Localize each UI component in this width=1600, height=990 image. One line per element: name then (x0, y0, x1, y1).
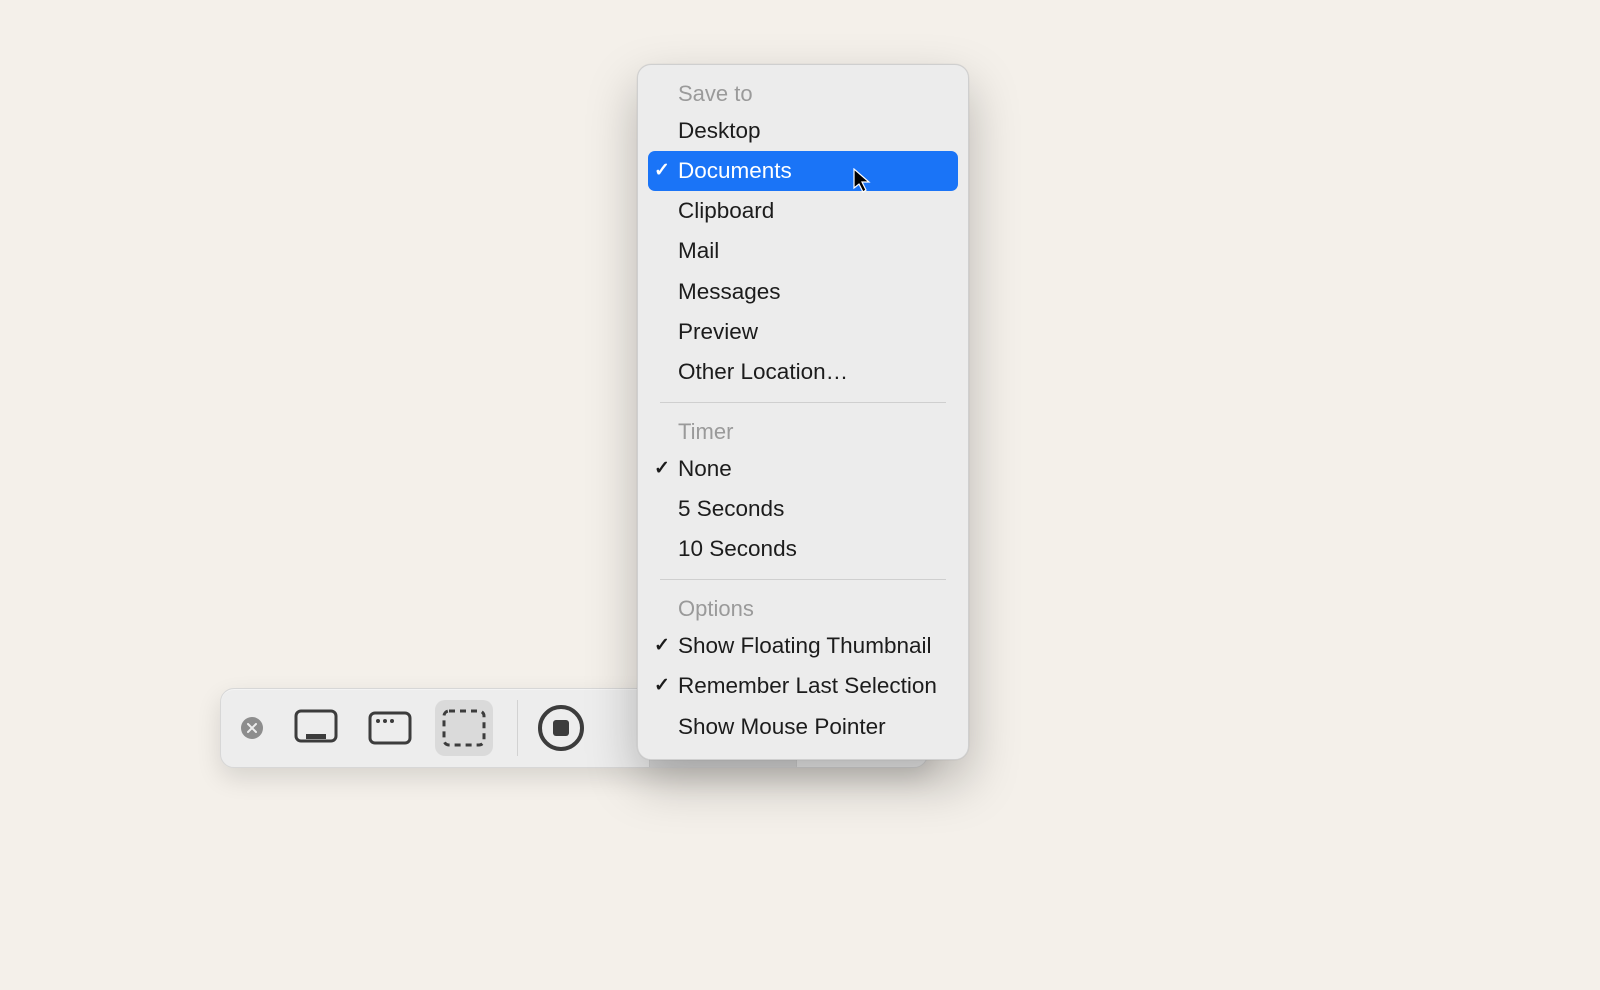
menu-item-remember-last-selection[interactable]: ✓ Remember Last Selection (648, 666, 958, 706)
menu-section-options: Options (648, 590, 958, 626)
screen-icon (294, 709, 338, 747)
menu-item-timer-5s[interactable]: ✓5 Seconds (648, 489, 958, 529)
check-icon: ✓ (654, 457, 670, 481)
window-icon (368, 709, 412, 747)
menu-divider (660, 579, 946, 580)
menu-divider (660, 402, 946, 403)
menu-item-label: Remember Last Selection (678, 673, 937, 698)
record-button[interactable] (538, 705, 584, 751)
menu-item-mail[interactable]: ✓Mail (648, 231, 958, 271)
menu-item-label: Other Location… (678, 359, 848, 384)
stop-icon (553, 720, 569, 736)
menu-item-label: Messages (678, 279, 781, 304)
check-icon: ✓ (654, 674, 670, 698)
capture-entire-screen-button[interactable] (287, 700, 345, 756)
menu-item-other-location[interactable]: ✓Other Location… (648, 352, 958, 392)
selection-icon (441, 708, 487, 748)
menu-item-preview[interactable]: ✓Preview (648, 312, 958, 352)
capture-selection-button[interactable] (435, 700, 493, 756)
menu-item-timer-10s[interactable]: ✓10 Seconds (648, 529, 958, 569)
menu-section-save-to: Save to (648, 75, 958, 111)
menu-item-label: 10 Seconds (678, 536, 797, 561)
menu-item-show-mouse-pointer[interactable]: ✓Show Mouse Pointer (648, 707, 958, 747)
menu-item-label: Mail (678, 238, 719, 263)
menu-item-label: Preview (678, 319, 758, 344)
toolbar-divider (517, 700, 518, 756)
check-icon: ✓ (654, 634, 670, 658)
menu-item-messages[interactable]: ✓Messages (648, 272, 958, 312)
menu-item-label: Documents (678, 158, 792, 183)
capture-window-button[interactable] (361, 700, 419, 756)
close-icon (247, 723, 257, 733)
menu-item-clipboard[interactable]: ✓Clipboard (648, 191, 958, 231)
menu-item-label: None (678, 456, 732, 481)
options-menu: Save to ✓Desktop ✓Documents ✓Clipboard ✓… (637, 64, 969, 760)
menu-item-label: Show Mouse Pointer (678, 714, 886, 739)
menu-item-timer-none[interactable]: ✓ None (648, 449, 958, 489)
menu-item-desktop[interactable]: ✓Desktop (648, 111, 958, 151)
menu-item-label: Clipboard (678, 198, 774, 223)
close-button[interactable] (241, 717, 263, 739)
menu-item-label: Desktop (678, 118, 761, 143)
menu-section-timer: Timer (648, 413, 958, 449)
check-icon: ✓ (654, 159, 670, 183)
menu-item-show-floating-thumbnail[interactable]: ✓ Show Floating Thumbnail (648, 626, 958, 666)
menu-item-label: 5 Seconds (678, 496, 784, 521)
menu-item-documents[interactable]: ✓ Documents (648, 151, 958, 191)
menu-item-label: Show Floating Thumbnail (678, 633, 931, 658)
